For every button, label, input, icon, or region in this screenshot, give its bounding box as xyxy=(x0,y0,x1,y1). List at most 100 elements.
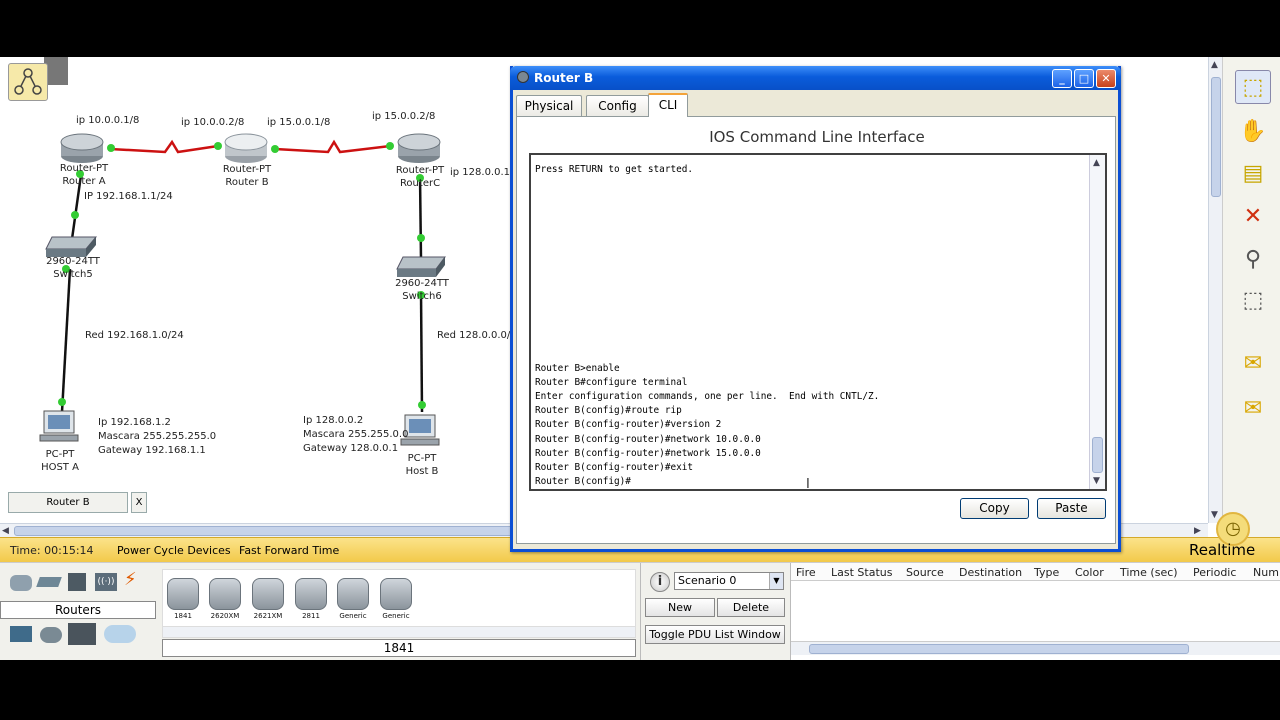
scenario-select[interactable]: Scenario 0 ▼ xyxy=(674,572,784,590)
copy-button[interactable]: Copy xyxy=(960,498,1029,519)
router-c-name: RouterC xyxy=(399,178,441,189)
device-tag-router-b[interactable]: Router B xyxy=(8,492,128,513)
workspace-vertical-scrollbar[interactable]: ▲ ▼ xyxy=(1208,57,1222,523)
scroll-thumb[interactable] xyxy=(809,644,1189,654)
wireless-category-icon[interactable]: ((·)) xyxy=(95,573,117,591)
cli-line: Enter configuration commands, one per li… xyxy=(535,391,880,402)
envelope-icon[interactable]: ✉ xyxy=(1235,347,1271,381)
scroll-up-arrow[interactable]: ▲ xyxy=(1211,59,1218,71)
connections-category-icon[interactable]: ⚡ xyxy=(124,571,146,589)
router-a-model: Router-PT xyxy=(59,163,109,174)
cli-line xyxy=(535,177,1087,191)
pdu-list-header: Fire Last Status Source Destination Type… xyxy=(791,563,1280,581)
cli-terminal[interactable]: Press RETURN to get started. Router B>ena… xyxy=(529,153,1107,491)
multiuser-category-icon[interactable] xyxy=(104,625,136,643)
column-header[interactable]: Periodic xyxy=(1193,566,1236,579)
close-button[interactable]: ✕ xyxy=(1096,69,1116,88)
scroll-right-arrow[interactable]: ▶ xyxy=(1194,525,1201,537)
cli-line xyxy=(535,277,1087,291)
host-a-gateway: Gateway 192.168.1.1 xyxy=(98,445,206,456)
tab-config[interactable]: Config xyxy=(586,95,649,116)
tab-physical[interactable]: Physical xyxy=(516,95,582,116)
device-generic-1[interactable]: Generic xyxy=(335,578,371,624)
device-generic-2[interactable]: Generic xyxy=(378,578,414,624)
cli-line xyxy=(535,248,1087,262)
maximize-button[interactable]: □ xyxy=(1074,69,1094,88)
label-ip-router-a: ip 10.0.0.1/8 xyxy=(76,115,140,126)
device-2811[interactable]: 2811 xyxy=(293,578,329,624)
cli-output[interactable]: Press RETURN to get started. Router B>ena… xyxy=(535,163,1087,489)
scroll-down-arrow[interactable]: ▼ xyxy=(1093,475,1100,487)
host-a-ip: Ip 192.168.1.2 xyxy=(98,417,171,428)
scroll-down-arrow[interactable]: ▼ xyxy=(1211,509,1218,521)
delete-icon[interactable]: ✕ xyxy=(1235,200,1271,234)
minimize-button[interactable]: _ xyxy=(1052,69,1072,88)
power-cycle-devices-button[interactable]: Power Cycle Devices xyxy=(117,544,231,557)
ethernet-link-switch5-hosta xyxy=(60,268,72,413)
fast-forward-time-button[interactable]: Fast Forward Time xyxy=(239,544,339,557)
custom-devices-category-icon[interactable] xyxy=(68,623,96,645)
scroll-thumb[interactable] xyxy=(1211,77,1221,197)
cli-line: Router B>enable xyxy=(535,362,620,374)
resize-icon[interactable]: ⬚ xyxy=(1235,284,1271,318)
bottom-panel: ((·)) ⚡ Routers 1841 2620XM 2621XM 2811 … xyxy=(0,562,1280,660)
router-b-model: Router-PT xyxy=(222,164,272,175)
hubs-category-icon[interactable] xyxy=(68,573,86,591)
host-a-icon xyxy=(39,410,79,442)
device-label: 2620XM xyxy=(210,612,240,620)
chevron-down-icon[interactable]: ▼ xyxy=(769,573,783,589)
window-title-bar[interactable]: Router B _ □ ✕ xyxy=(510,66,1121,90)
scroll-thumb[interactable] xyxy=(1092,437,1103,473)
scroll-up-arrow[interactable]: ▲ xyxy=(1093,157,1100,169)
note-icon[interactable]: ▤ xyxy=(1235,157,1271,191)
envelope-open-icon[interactable]: ✉ xyxy=(1235,392,1271,426)
hand-icon[interactable]: ✋ xyxy=(1235,115,1271,149)
network-tree-icon[interactable] xyxy=(8,63,48,101)
cli-scrollbar[interactable]: ▲ ▼ xyxy=(1089,155,1105,489)
cli-line xyxy=(535,191,1087,205)
router-b-icon xyxy=(224,133,268,163)
select-icon[interactable]: ⬚ xyxy=(1235,70,1271,104)
host-b-gateway: Gateway 128.0.0.1 xyxy=(303,443,399,454)
cli-line: Router B(config-router)#network 10.0.0.0 xyxy=(535,433,761,445)
column-header[interactable]: Color xyxy=(1075,566,1104,579)
toggle-pdu-list-button[interactable]: Toggle PDU List Window xyxy=(645,625,785,644)
wan-emulation-category-icon[interactable] xyxy=(40,627,62,643)
host-a-name: HOST A xyxy=(41,462,79,473)
pdu-list-table: Fire Last Status Source Destination Type… xyxy=(790,563,1280,660)
device-2620xm[interactable]: 2620XM xyxy=(207,578,243,624)
column-header[interactable]: Source xyxy=(906,566,944,579)
device-label: Generic xyxy=(382,612,410,620)
new-scenario-button[interactable]: New xyxy=(645,598,715,617)
switch5-icon xyxy=(45,236,98,257)
scroll-left-arrow[interactable]: ◀ xyxy=(2,525,9,537)
label-ip-router-c-lan: ip 128.0.0.1/ xyxy=(450,167,514,178)
routers-category-icon[interactable] xyxy=(10,575,32,591)
info-icon[interactable]: i xyxy=(650,572,670,592)
pdu-list-scrollbar[interactable] xyxy=(791,641,1280,655)
cli-line: Router B(config)#route rip xyxy=(535,405,682,417)
column-header[interactable]: Type xyxy=(1034,566,1059,579)
device-list-scrollbar[interactable] xyxy=(162,626,636,638)
switch5-model: 2960-24TT xyxy=(46,256,100,267)
serial-link-a-b xyxy=(109,139,219,154)
switches-category-icon[interactable] xyxy=(36,577,62,587)
device-2621xm[interactable]: 2621XM xyxy=(250,578,286,624)
column-header[interactable]: Time (sec) xyxy=(1120,566,1178,579)
scroll-thumb[interactable] xyxy=(14,526,514,536)
column-header[interactable]: Num xyxy=(1253,566,1279,579)
tab-cli[interactable]: CLI xyxy=(648,93,688,117)
magnify-icon[interactable]: ⚲ xyxy=(1235,243,1271,277)
device-1841[interactable]: 1841 xyxy=(165,578,201,624)
paste-button[interactable]: Paste xyxy=(1037,498,1106,519)
column-header[interactable]: Destination xyxy=(959,566,1022,579)
cli-line xyxy=(535,206,1087,220)
column-header[interactable]: Fire xyxy=(796,566,816,579)
column-header[interactable]: Last Status xyxy=(831,566,892,579)
switch5-name: Switch5 xyxy=(53,269,93,280)
device-tag-close-button[interactable]: X xyxy=(131,492,147,513)
end-devices-category-icon[interactable] xyxy=(10,626,32,642)
device-list: 1841 2620XM 2621XM 2811 Generic Generic xyxy=(162,569,636,633)
realtime-mode-label[interactable]: Realtime xyxy=(1189,541,1255,559)
delete-scenario-button[interactable]: Delete xyxy=(717,598,785,617)
